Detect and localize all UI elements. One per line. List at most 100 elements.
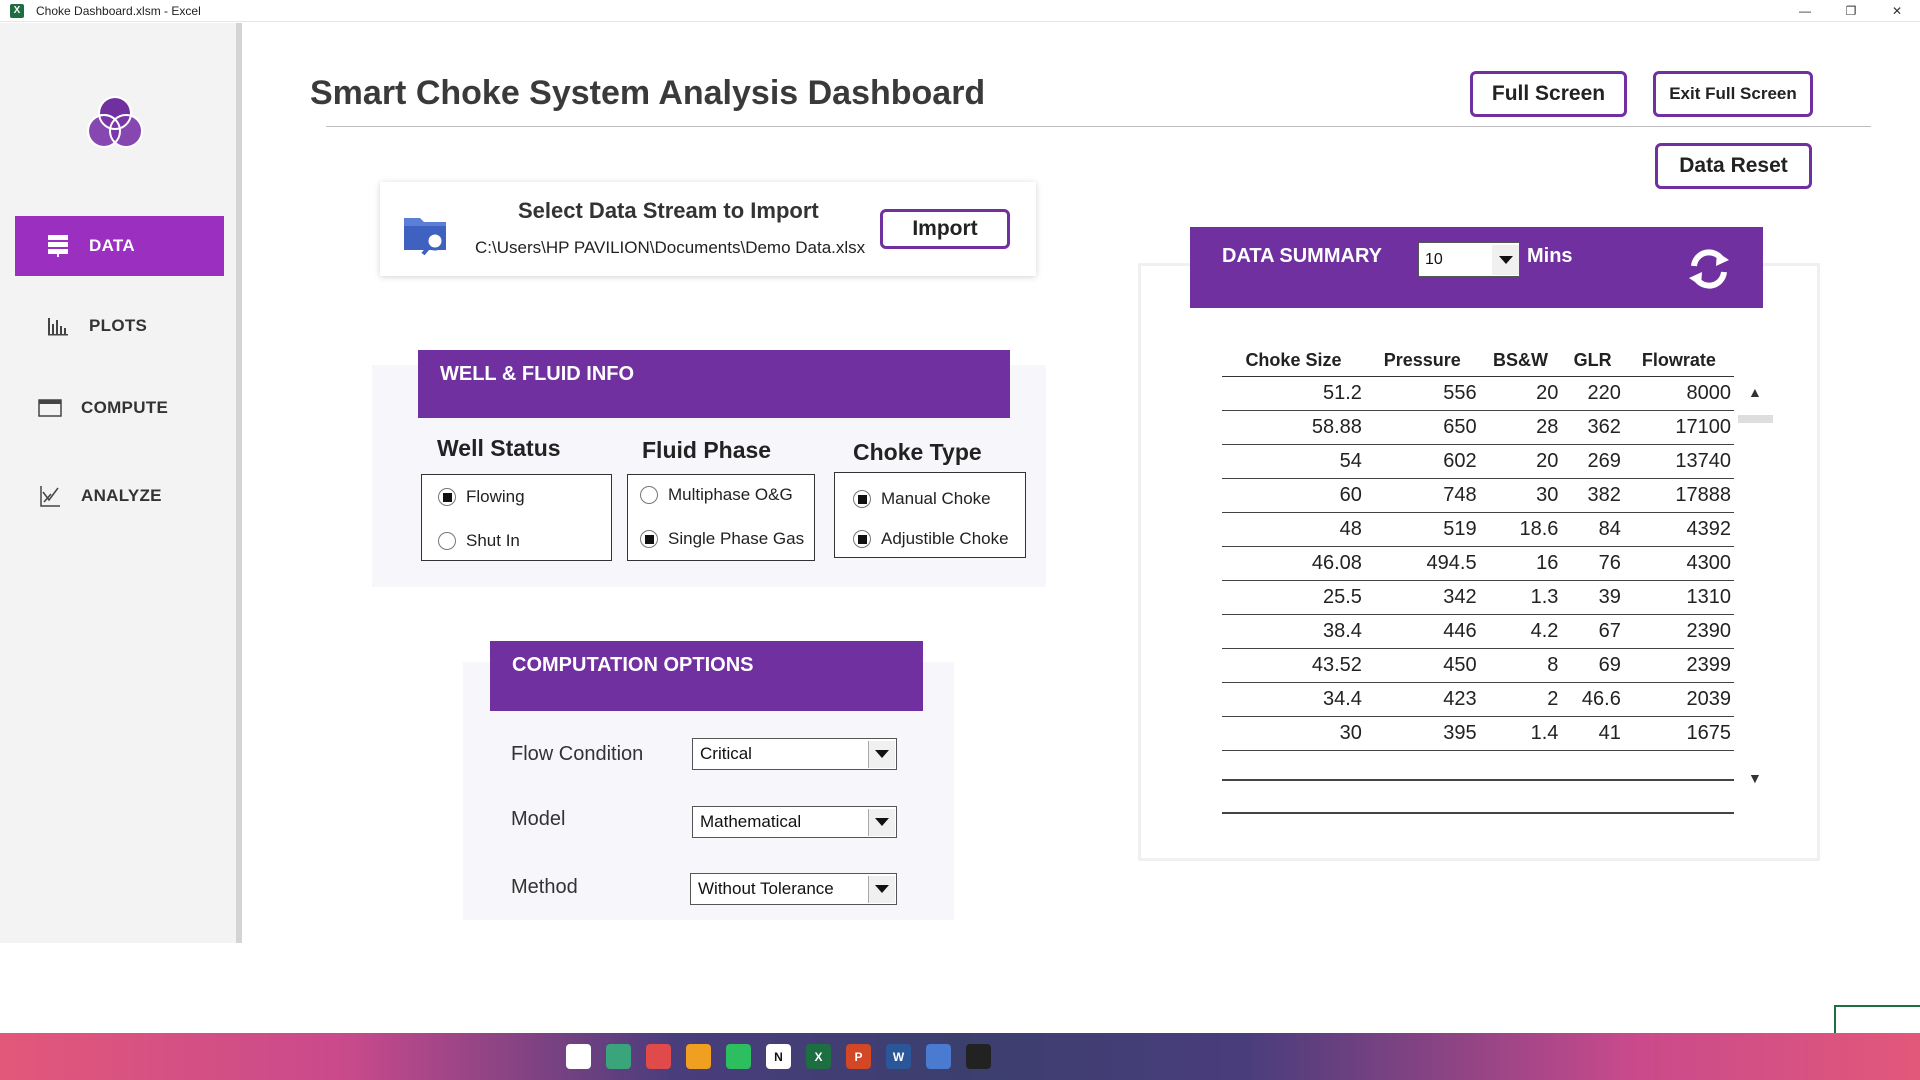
radio-multiphase[interactable]: Multiphase O&G [640, 485, 793, 505]
todo-icon[interactable] [926, 1044, 951, 1069]
table-row: 58.88 650 28 362 17100 [1222, 410, 1734, 445]
import-title: Select Data Stream to Import [518, 198, 819, 223]
calculator-icon[interactable] [966, 1044, 991, 1069]
refresh-icon[interactable] [1684, 244, 1734, 294]
full-screen-button[interactable]: Full Screen [1470, 71, 1627, 117]
well-fluid-heading: WELL & FLUID INFO [418, 350, 1010, 418]
evernote-icon[interactable] [726, 1044, 751, 1069]
powerpoint-icon[interactable]: P [846, 1044, 871, 1069]
radio-indicator [640, 530, 658, 548]
active-cell[interactable] [1834, 1005, 1920, 1033]
table-cell: 39 [1561, 580, 1624, 615]
scroll-down-icon[interactable]: ▼ [1748, 770, 1762, 786]
table-cell: 76 [1561, 546, 1624, 581]
excel-app-icon: X [10, 3, 24, 18]
table-row: 30 395 1.4 41 1675 [1222, 716, 1734, 751]
chevron-down-icon[interactable] [868, 740, 895, 768]
table-row: 51.2 556 20 220 8000 [1222, 376, 1734, 411]
window-controls: — ❐ ✕ [1782, 0, 1920, 22]
sidebar-item-analyze[interactable]: ANALYZE [15, 466, 224, 526]
close-button[interactable]: ✕ [1874, 0, 1920, 22]
table-cell: 69 [1561, 648, 1624, 683]
summary-table: Choke Size Pressure BS&W GLR Flowrate 51… [1222, 346, 1734, 751]
table-empty-row [1222, 812, 1734, 814]
import-button[interactable]: Import [880, 209, 1010, 249]
scroll-up-icon[interactable]: ▲ [1748, 384, 1762, 400]
radio-flowing[interactable]: Flowing [438, 487, 525, 507]
table-cell: 423 [1364, 682, 1480, 717]
exit-full-screen-button[interactable]: Exit Full Screen [1653, 71, 1813, 117]
table-cell: 18.6 [1479, 512, 1562, 547]
table-cell: 494.5 [1364, 546, 1480, 581]
start-icon[interactable] [566, 1044, 591, 1069]
flow-condition-label: Flow Condition [511, 743, 644, 765]
flow-condition-select[interactable]: Critical [692, 738, 897, 770]
method-label: Method [511, 876, 578, 898]
title-divider [326, 126, 1871, 127]
scrollbar-thumb[interactable] [1738, 415, 1773, 423]
table-row: 54 602 20 269 13740 [1222, 444, 1734, 479]
sidebar-item-plots[interactable]: PLOTS [15, 296, 224, 356]
table-row: 43.52 450 8 69 2399 [1222, 648, 1734, 683]
folder-search-icon [404, 218, 446, 256]
model-select[interactable]: Mathematical [692, 806, 897, 838]
interval-select[interactable]: 10 [1418, 242, 1520, 277]
table-cell: 60 [1222, 478, 1365, 513]
record-icon[interactable] [646, 1044, 671, 1069]
radio-indicator [438, 532, 456, 550]
page-title: Smart Choke System Analysis Dashboard [310, 74, 986, 112]
table-cell: 269 [1561, 444, 1624, 479]
method-select[interactable]: Without Tolerance [690, 873, 897, 905]
table-cell: 38.4 [1222, 614, 1365, 649]
table-cell: 1.4 [1479, 716, 1562, 751]
data-reset-button[interactable]: Data Reset [1655, 143, 1812, 189]
apps-icon[interactable] [686, 1044, 711, 1069]
chevron-down-icon[interactable] [868, 875, 895, 903]
radio-manual-choke[interactable]: Manual Choke [853, 489, 991, 509]
select-value: Mathematical [700, 812, 802, 831]
window-icon [33, 398, 67, 418]
computation-heading: COMPUTATION OPTIONS [490, 641, 923, 711]
restore-button[interactable]: ❐ [1828, 0, 1874, 22]
table-cell: 34.4 [1222, 682, 1365, 717]
sidebar-item-label: DATA [89, 236, 135, 255]
table-cell: 1675 [1623, 716, 1734, 751]
table-cell: 20 [1479, 376, 1562, 411]
radio-adjustible-choke[interactable]: Adjustible Choke [853, 529, 1009, 549]
table-cell: 1.3 [1479, 580, 1562, 615]
choke-type-group: Manual Choke Adjustible Choke [834, 472, 1026, 558]
taskbar-apps: NXPW [566, 1044, 991, 1069]
database-icon [41, 234, 75, 258]
chevron-down-icon[interactable] [868, 808, 895, 836]
sidebar-item-label: PLOTS [89, 316, 148, 335]
radio-single-phase-gas[interactable]: Single Phase Gas [640, 529, 804, 549]
excel-icon[interactable]: X [806, 1044, 831, 1069]
choke-type-label: Choke Type [853, 439, 982, 465]
table-cell: 20 [1479, 444, 1562, 479]
model-label: Model [511, 808, 566, 830]
sidebar-item-label: ANALYZE [81, 486, 162, 505]
bar-chart-icon [41, 316, 75, 336]
radio-label: Shut In [466, 531, 520, 550]
sidebar-item-data[interactable]: DATA [15, 216, 224, 276]
table-cell: 58.88 [1222, 410, 1365, 445]
radio-indicator [853, 530, 871, 548]
table-cell: 17888 [1623, 478, 1734, 513]
chevron-down-icon[interactable] [1492, 244, 1519, 275]
table-row: 46.08 494.5 16 76 4300 [1222, 546, 1734, 581]
analyze-chart-icon [33, 484, 67, 508]
app-icon[interactable] [606, 1044, 631, 1069]
interval-unit: Mins [1527, 245, 1573, 267]
column-header: Choke Size [1222, 346, 1365, 377]
notion-icon[interactable]: N [766, 1044, 791, 1069]
radio-indicator [853, 490, 871, 508]
radio-label: Flowing [466, 487, 525, 506]
radio-shut-in[interactable]: Shut In [438, 531, 520, 551]
table-cell: 220 [1561, 376, 1624, 411]
word-icon[interactable]: W [886, 1044, 911, 1069]
table-cell: 67 [1561, 614, 1624, 649]
table-cell: 4392 [1623, 512, 1734, 547]
minimize-button[interactable]: — [1782, 0, 1828, 22]
table-row: 48 519 18.6 84 4392 [1222, 512, 1734, 547]
sidebar-item-compute[interactable]: COMPUTE [15, 378, 224, 438]
